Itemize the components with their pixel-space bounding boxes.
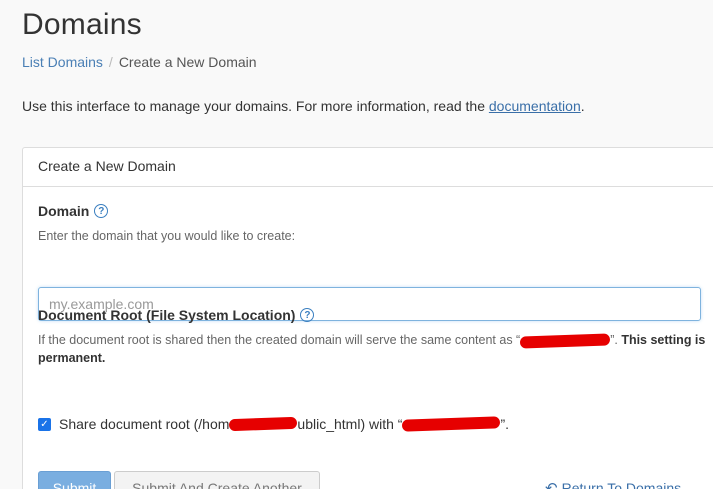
- document-root-help-text: If the document root is shared then the …: [38, 331, 708, 367]
- question-circle-icon[interactable]: ?: [94, 204, 109, 218]
- breadcrumb-separator: /: [108, 54, 113, 70]
- documentation-link[interactable]: documentation: [489, 98, 581, 114]
- return-to-domains-label: Return To Domains: [561, 480, 682, 489]
- redacted-domain: [520, 333, 611, 349]
- submit-button[interactable]: Submit: [38, 471, 111, 489]
- checkbox-label-suffix: ”.: [500, 416, 510, 432]
- undo-arrow-icon: ↶: [545, 480, 558, 489]
- breadcrumb-list-domains-link[interactable]: List Domains: [22, 54, 103, 70]
- intro-text: Use this interface to manage your domain…: [22, 98, 585, 114]
- doc-root-help-mid: ”.: [610, 333, 622, 347]
- return-to-domains-link[interactable]: ↶ Return To Domains: [545, 479, 681, 489]
- intro-text-body: Use this interface to manage your domain…: [22, 98, 489, 114]
- domain-label-text: Domain: [38, 203, 90, 219]
- page-title: Domains: [22, 8, 142, 41]
- panel-heading: Create a New Domain: [23, 148, 713, 187]
- create-domain-panel: Create a New Domain Domain ? Enter the d…: [22, 147, 713, 489]
- submit-and-create-another-button[interactable]: Submit And Create Another: [114, 471, 320, 489]
- document-root-label-text: Document Root (File System Location): [38, 307, 296, 323]
- redacted-path: [229, 416, 298, 432]
- document-root-label: Document Root (File System Location) ?: [38, 307, 315, 323]
- checkbox-label-prefix: Share document root (/hom: [59, 416, 230, 432]
- share-document-root-row[interactable]: ✓ Share document root (/hom ublic_html) w…: [38, 416, 509, 432]
- intro-text-end: .: [580, 98, 585, 114]
- redacted-main-domain: [402, 416, 501, 432]
- breadcrumb-current: Create a New Domain: [118, 54, 257, 70]
- breadcrumb: List Domains / Create a New Domain: [22, 54, 257, 70]
- doc-root-help-prefix: If the document root is shared then the …: [38, 333, 521, 347]
- domain-help-text: Enter the domain that you would like to …: [38, 229, 296, 243]
- question-circle-icon[interactable]: ?: [300, 308, 315, 322]
- checkbox-label-mid: ublic_html) with “: [297, 416, 403, 432]
- domain-label: Domain ?: [38, 203, 109, 219]
- share-document-root-checkbox[interactable]: ✓: [38, 417, 51, 431]
